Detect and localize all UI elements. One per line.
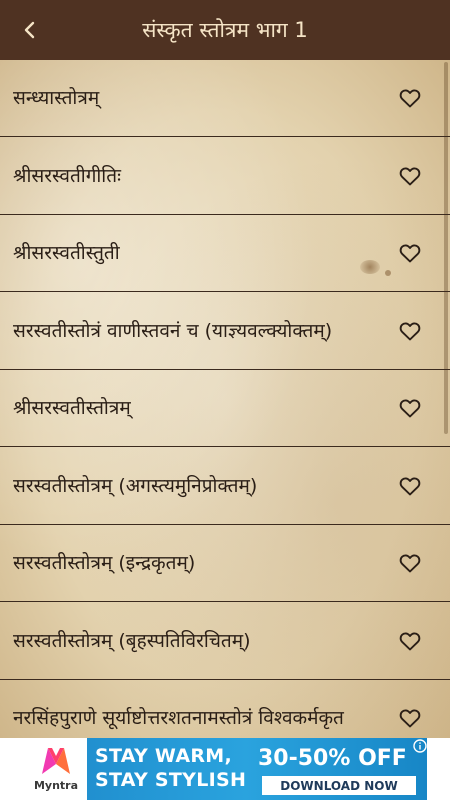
stotra-list[interactable]: सन्ध्यास्तोत्रम् श्रीसरस्वतीगीतिः श्रीसरस्… xyxy=(0,60,450,738)
ad-headline-2: STAY STYLISH xyxy=(95,769,247,791)
ad-offer: 30-50% OFF xyxy=(258,746,407,771)
list-item[interactable]: सरस्वतीस्तोत्रम् (बृहस्पतिविरचितम्) xyxy=(0,603,450,680)
heart-outline-icon[interactable] xyxy=(398,474,422,498)
ad-headline-1: STAY WARM, xyxy=(95,745,232,767)
heart-outline-icon[interactable] xyxy=(398,164,422,188)
list-item-label: सरस्वतीस्तोत्रं वाणीस्तवनं च (याज्ञ्यवल्… xyxy=(13,320,333,342)
list-item-label: श्रीसरस्वतीस्तोत्रम् xyxy=(13,397,131,419)
list-item[interactable]: श्रीसरस्वतीगीतिः xyxy=(0,138,450,215)
heart-outline-icon[interactable] xyxy=(398,241,422,265)
heart-outline-icon[interactable] xyxy=(398,706,422,730)
heart-outline-icon[interactable] xyxy=(398,86,422,110)
ad-creative[interactable]: Myntra STAY WARM, STAY STYLISH 30-50% OF… xyxy=(25,738,427,800)
list-item[interactable]: नरसिंहपुराणे सूर्याष्टोत्तरशतनामस्तोत्रं… xyxy=(0,680,450,738)
heart-outline-icon[interactable] xyxy=(398,396,422,420)
list-item[interactable]: श्रीसरस्वतीस्तुती xyxy=(0,215,450,292)
list-item-label: सन्ध्यास्तोत्रम् xyxy=(13,87,100,109)
list-item-label: सरस्वतीस्तोत्रम् (अगस्त्यमुनिप्रोक्तम्) xyxy=(13,475,258,497)
list-item[interactable]: सरस्वतीस्तोत्रम् (अगस्त्यमुनिप्रोक्तम्) xyxy=(0,448,450,525)
list-item[interactable]: सरस्वतीस्तोत्रं वाणीस्तवनं च (याज्ञ्यवल्… xyxy=(0,293,450,370)
app-bar: संस्कृत स्तोत्रम भाग 1 xyxy=(0,0,450,60)
heart-outline-icon[interactable] xyxy=(398,629,422,653)
back-button[interactable] xyxy=(10,10,50,50)
myntra-logo-icon xyxy=(42,748,70,774)
list-item-label: नरसिंहपुराणे सूर्याष्टोत्तरशतनामस्तोत्रं… xyxy=(13,707,344,729)
myntra-logo-box: Myntra xyxy=(25,738,87,800)
ad-brand: Myntra xyxy=(33,779,79,792)
chevron-left-icon xyxy=(24,21,35,39)
ad-download-button[interactable]: DOWNLOAD NOW xyxy=(262,776,416,795)
list-item-label: सरस्वतीस्तोत्रम् (इन्द्रकृतम्) xyxy=(13,552,196,574)
list-item[interactable]: सन्ध्यास्तोत्रम् xyxy=(0,60,450,137)
ad-banner: Myntra STAY WARM, STAY STYLISH 30-50% OF… xyxy=(0,738,450,800)
list-item-label: सरस्वतीस्तोत्रम् (बृहस्पतिविरचितम्) xyxy=(13,630,251,652)
list-item[interactable]: सरस्वतीस्तोत्रम् (इन्द्रकृतम्) xyxy=(0,525,450,602)
list-item-label: श्रीसरस्वतीस्तुती xyxy=(13,242,120,264)
list-item-label: श्रीसरस्वतीगीतिः xyxy=(13,165,121,187)
heart-outline-icon[interactable] xyxy=(398,551,422,575)
list-item[interactable]: श्रीसरस्वतीस्तोत्रम् xyxy=(0,370,450,447)
page-title: संस्कृत स्तोत्रम भाग 1 xyxy=(142,18,308,42)
info-icon[interactable] xyxy=(413,739,427,753)
heart-outline-icon[interactable] xyxy=(398,319,422,343)
